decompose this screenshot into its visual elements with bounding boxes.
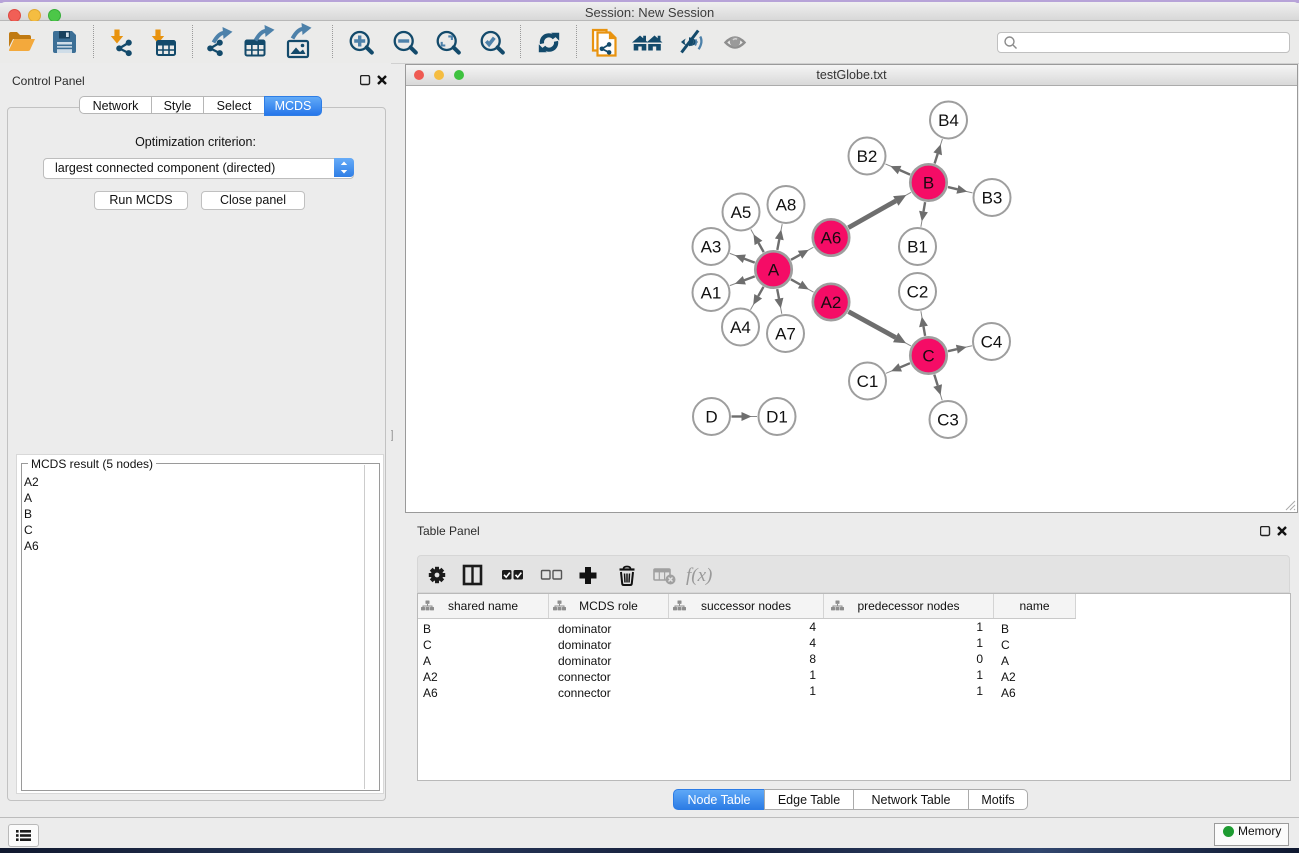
svg-text:A8: A8: [776, 196, 797, 215]
svg-text:B4: B4: [938, 111, 959, 130]
svg-text:B2: B2: [857, 147, 878, 166]
svg-text:B3: B3: [982, 189, 1003, 208]
svg-text:B: B: [923, 174, 934, 193]
svg-text:A: A: [768, 261, 780, 280]
svg-text:A1: A1: [701, 284, 722, 303]
svg-text:C4: C4: [981, 333, 1003, 352]
svg-text:C2: C2: [907, 283, 929, 302]
svg-text:A4: A4: [730, 318, 751, 337]
svg-text:C: C: [922, 347, 934, 366]
svg-text:B1: B1: [907, 238, 928, 257]
svg-text:A5: A5: [731, 203, 752, 222]
svg-text:D1: D1: [766, 408, 788, 427]
svg-text:C3: C3: [937, 411, 959, 430]
svg-text:f(x): f(x): [686, 565, 712, 586]
svg-text:D: D: [705, 408, 717, 427]
svg-text:A3: A3: [701, 238, 722, 257]
svg-text:A7: A7: [775, 325, 796, 344]
svg-text:A2: A2: [821, 293, 842, 312]
svg-text:C1: C1: [857, 372, 879, 391]
svg-text:A6: A6: [821, 229, 842, 248]
